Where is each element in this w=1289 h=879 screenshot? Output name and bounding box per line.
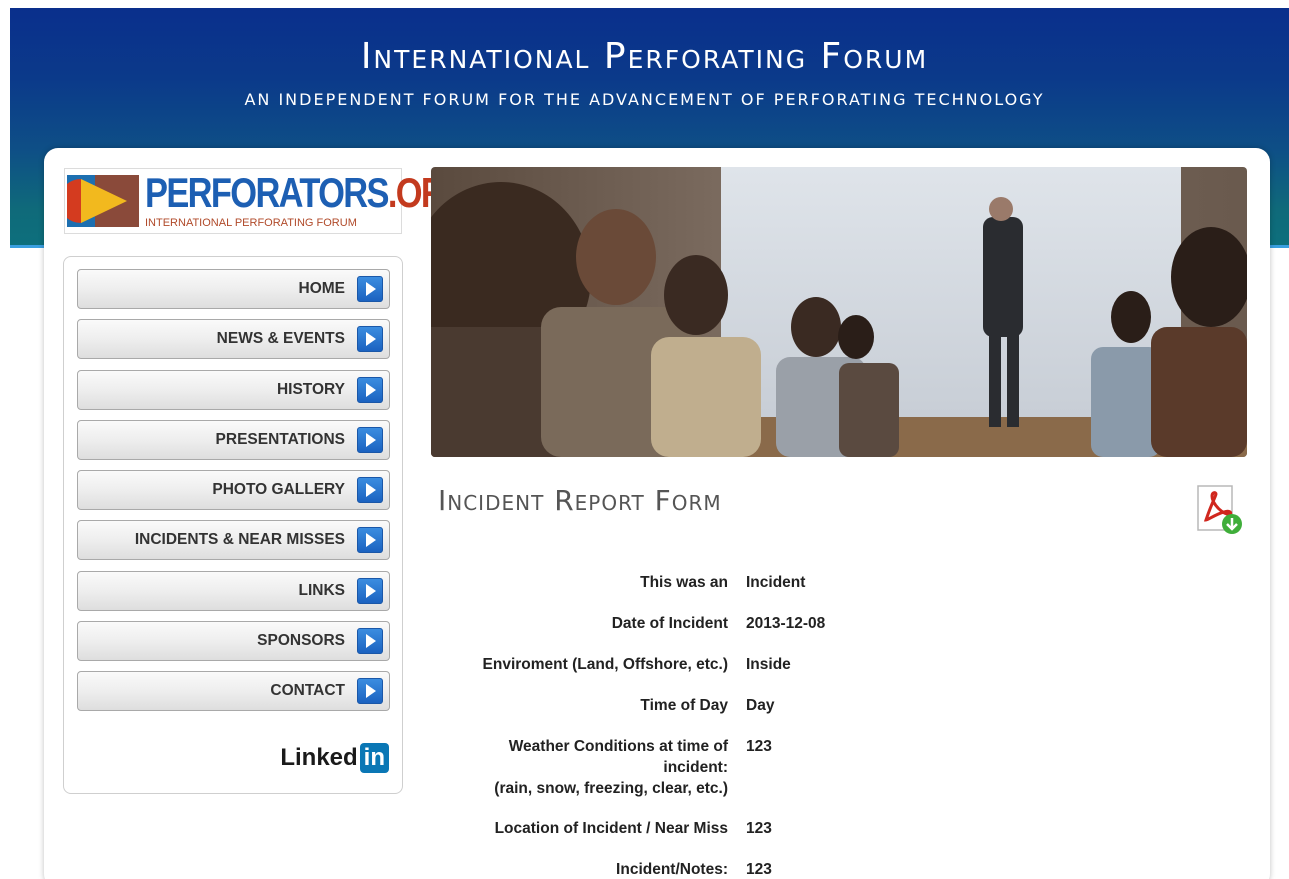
arrow-right-icon [357,628,383,655]
weather-hint: (rain, snow, freezing, clear, etc.) [494,780,728,797]
field-value: 123 [746,820,772,837]
nav-item-sponsors[interactable]: SPONSORS [77,621,390,662]
linkedin-link[interactable]: Linked in [280,743,389,773]
site-subtitle: AN INDEPENDENT FORUM FOR THE ADVANCEMENT… [244,90,1045,109]
arrow-right-icon [357,477,383,504]
nav-item-links[interactable]: LINKS [77,570,390,611]
nav-item-label: SPONSORS [257,632,345,650]
arrow-right-icon [357,678,383,705]
form-row-time-of-day: Time of Day Day [436,695,956,736]
arrow-right-icon [357,326,383,353]
nav-item-label: INCIDENTS & NEAR MISSES [134,531,345,549]
form-row-location: Location of Incident / Near Miss 123 [436,818,956,859]
arrow-right-icon [357,376,383,403]
field-label: Incident/Notes: [616,861,728,878]
form-row-date: Date of Incident 2013-12-08 [436,613,956,654]
field-label: Enviroment (Land, Offshore, etc.) [482,656,728,673]
incident-details-table: This was an Incident Date of Incident 20… [436,572,956,879]
field-value: Inside [746,656,791,673]
nav-item-label: PRESENTATIONS [215,430,345,448]
nav-item-label: NEWS & EVENTS [216,330,345,348]
field-label: Time of Day [640,697,728,714]
arrow-right-icon [357,527,383,554]
nav-item-contact[interactable]: CONTACT [77,671,390,712]
form-row-weather: Weather Conditions at time of incident: … [436,736,956,818]
hero-image [431,167,1247,457]
field-value: Day [746,697,775,714]
nav-item-label: PHOTO GALLERY [212,481,345,499]
field-value: 2013-12-08 [746,615,826,632]
site-logo[interactable]: PERFORATORS.ORG INTERNATIONAL PERFORATIN… [64,168,471,234]
linkedin-wordmark: Linked [280,744,358,771]
form-row-notes: Incident/Notes: 123 [436,859,956,879]
pdf-download-icon[interactable] [1190,482,1246,538]
nav-item-label: CONTACT [270,682,345,700]
arrow-right-icon [357,577,383,604]
field-value: 123 [746,861,772,878]
nav-item-presentations[interactable]: PRESENTATIONS [77,419,390,460]
sidebar-nav: HOME NEWS & EVENTS HISTORY PRESENTATIONS… [63,256,403,794]
arrow-right-icon [357,426,383,453]
form-row-environment: Enviroment (Land, Offshore, etc.) Inside [436,654,956,695]
nav-item-label: LINKS [298,581,346,599]
perforators-logo-icon [67,171,139,231]
nav-item-history[interactable]: HISTORY [77,369,390,410]
arrow-right-icon [357,276,383,302]
logo-wordmark: PERFORATORS.ORG [145,169,471,216]
field-value: Incident [746,574,806,591]
logo-tagline: INTERNATIONAL PERFORATING FORUM [145,217,357,229]
field-label: Location of Incident / Near Miss [494,820,728,837]
weather-label: Weather Conditions at time of incident: [508,738,728,776]
site-title: International Perforating Forum [360,36,929,77]
page-title: Incident Report Form [438,484,722,517]
nav-item-label: HOME [298,280,346,297]
field-label: This was an [640,574,728,591]
field-label: Weather Conditions at time of incident: … [436,736,746,818]
nav-item-home[interactable]: HOME [77,269,390,309]
nav-item-news-events[interactable]: NEWS & EVENTS [77,319,390,360]
nav-item-photo-gallery[interactable]: PHOTO GALLERY [77,470,390,511]
field-label: Date of Incident [611,615,728,632]
nav-item-incidents[interactable]: INCIDENTS & NEAR MISSES [77,520,390,561]
nav-item-label: HISTORY [276,380,345,398]
field-value: 123 [746,738,772,755]
linkedin-icon: in [359,743,389,773]
form-row-type: This was an Incident [436,572,956,613]
